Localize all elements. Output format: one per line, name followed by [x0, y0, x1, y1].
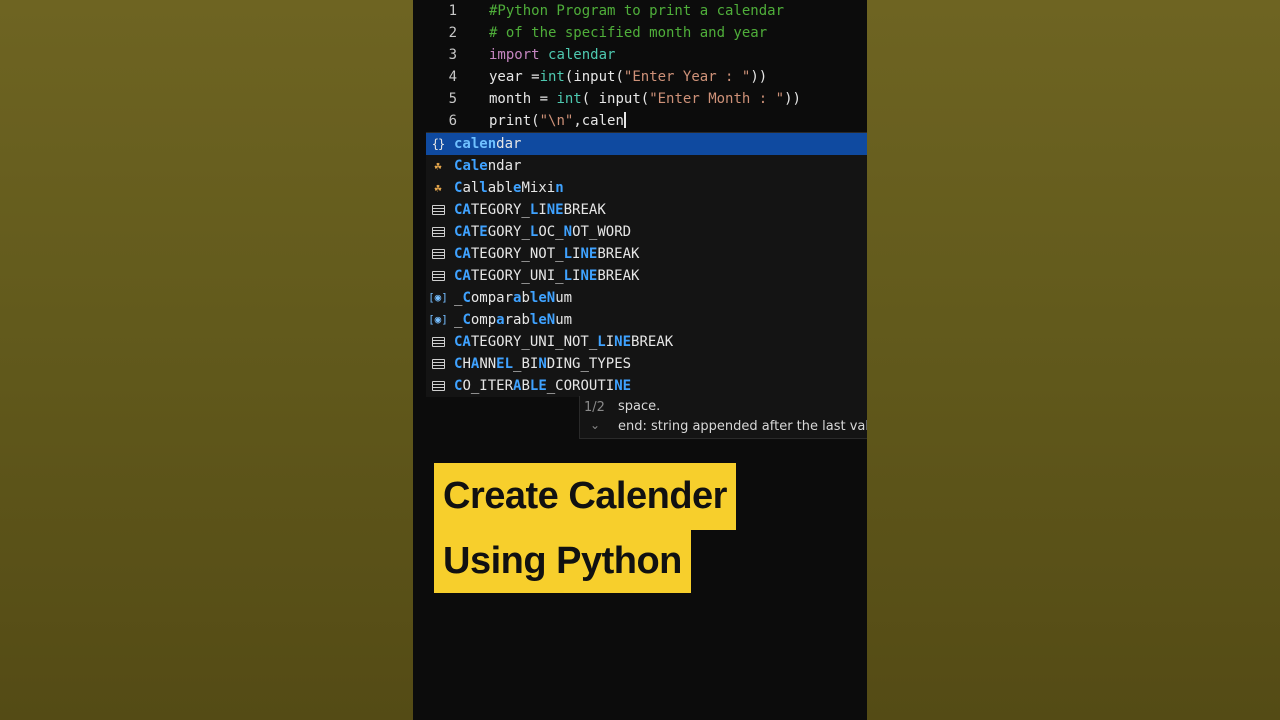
blurred-background-left — [0, 0, 413, 720]
code-text[interactable]: # of the specified month and year — [489, 22, 767, 44]
suggestion-label: Calendar — [454, 158, 522, 174]
constant-icon — [430, 378, 446, 394]
suggestion-item[interactable]: CATEGORY_UNI_NOT_LINEBREAK — [426, 331, 867, 353]
module-icon: {} — [431, 137, 445, 151]
suggestion-label: _ComparableNum — [454, 290, 573, 306]
suggestion-label: CHANNEL_BINDING_TYPES — [454, 356, 632, 372]
line-number: 5 — [448, 91, 457, 107]
code-text[interactable]: import calendar — [489, 44, 615, 66]
line-number: 6 — [448, 113, 457, 129]
detail-doc-line: space. — [618, 399, 661, 414]
chevron-down-icon[interactable]: ⌄ — [590, 418, 600, 432]
suggestion-item[interactable]: CATEGORY_LOC_NOT_WORD — [426, 221, 867, 243]
constant-icon — [430, 268, 446, 284]
code-line[interactable]: 1 #Python Program to print a calendar — [413, 0, 867, 22]
suggestion-label: calendar — [454, 136, 522, 152]
code-line[interactable]: 4 year =int(input("Enter Year : ")) — [413, 66, 867, 88]
suggestion-label: CATEGORY_LINEBREAK — [454, 202, 606, 218]
constant-icon — [430, 224, 446, 240]
code-line[interactable]: 5 month = int( input("Enter Month : ")) — [413, 88, 867, 110]
constant-icon — [430, 246, 446, 262]
suggestion-label: CATEGORY_UNI_LINEBREAK — [454, 268, 640, 284]
suggestion-label: CATEGORY_NOT_LINEBREAK — [454, 246, 640, 262]
code-line[interactable]: 3 import calendar — [413, 44, 867, 66]
field-icon: [◉] — [428, 291, 448, 304]
constant-icon — [430, 356, 446, 372]
caption-line-1: Create Calender — [434, 463, 736, 530]
class-icon: ☘ — [434, 159, 442, 173]
suggestion-label: CO_ITERABLE_COROUTINE — [454, 378, 632, 394]
suggestion-item[interactable]: CHANNEL_BINDING_TYPES — [426, 353, 867, 375]
code-editor[interactable]: 1 #Python Program to print a calendar 2 # o… — [413, 0, 867, 132]
suggestion-item[interactable]: [◉] _ComparableNum — [426, 287, 867, 309]
overload-counter[interactable]: 1/2 — [584, 400, 605, 415]
code-text[interactable]: month = int( input("Enter Month : ")) — [489, 88, 801, 110]
code-line[interactable]: 2 # of the specified month and year — [413, 22, 867, 44]
suggestion-item[interactable]: {} calendar — [426, 133, 867, 155]
autocomplete-suggestion-list[interactable]: {} calendar ☘ Calendar ☘ CallableMixin CATEGOR… — [426, 132, 867, 397]
suggestion-item[interactable]: CATEGORY_UNI_LINEBREAK — [426, 265, 867, 287]
line-number: 1 — [448, 3, 457, 19]
suggestion-item[interactable]: CATEGORY_NOT_LINEBREAK — [426, 243, 867, 265]
line-number: 3 — [448, 47, 457, 63]
code-text[interactable]: print("\n",calen — [489, 110, 626, 132]
detail-doc-line: end: string appended after the last val — [618, 419, 867, 434]
line-number: 4 — [448, 69, 457, 85]
line-number: 2 — [448, 25, 457, 41]
caption-line-2: Using Python — [434, 530, 691, 593]
code-text[interactable]: #Python Program to print a calendar — [489, 0, 784, 22]
suggestion-detail-panel: 1/2 ⌄ space. end: string appended after … — [579, 396, 867, 439]
suggestion-label: CallableMixin — [454, 180, 564, 196]
code-text[interactable]: year =int(input("Enter Year : ")) — [489, 66, 767, 88]
text-cursor — [623, 112, 626, 128]
suggestion-item[interactable]: [◉] _ComparableNum — [426, 309, 867, 331]
suggestion-item[interactable]: ☘ Calendar — [426, 155, 867, 177]
suggestion-item[interactable]: CATEGORY_LINEBREAK — [426, 199, 867, 221]
suggestion-label: _ComparableNum — [454, 312, 573, 328]
suggestion-item[interactable]: CO_ITERABLE_COROUTINE — [426, 375, 867, 397]
blurred-background-right — [867, 0, 1280, 720]
code-line[interactable]: 6 print("\n",calen — [413, 110, 867, 132]
class-icon: ☘ — [434, 181, 442, 195]
suggestion-label: CATEGORY_UNI_NOT_LINEBREAK — [454, 334, 674, 350]
constant-icon — [430, 202, 446, 218]
suggestion-label: CATEGORY_LOC_NOT_WORD — [454, 224, 632, 240]
field-icon: [◉] — [428, 313, 448, 326]
video-frame: 1 #Python Program to print a calendar 2 # o… — [413, 0, 867, 720]
constant-icon — [430, 334, 446, 350]
suggestion-item[interactable]: ☘ CallableMixin — [426, 177, 867, 199]
